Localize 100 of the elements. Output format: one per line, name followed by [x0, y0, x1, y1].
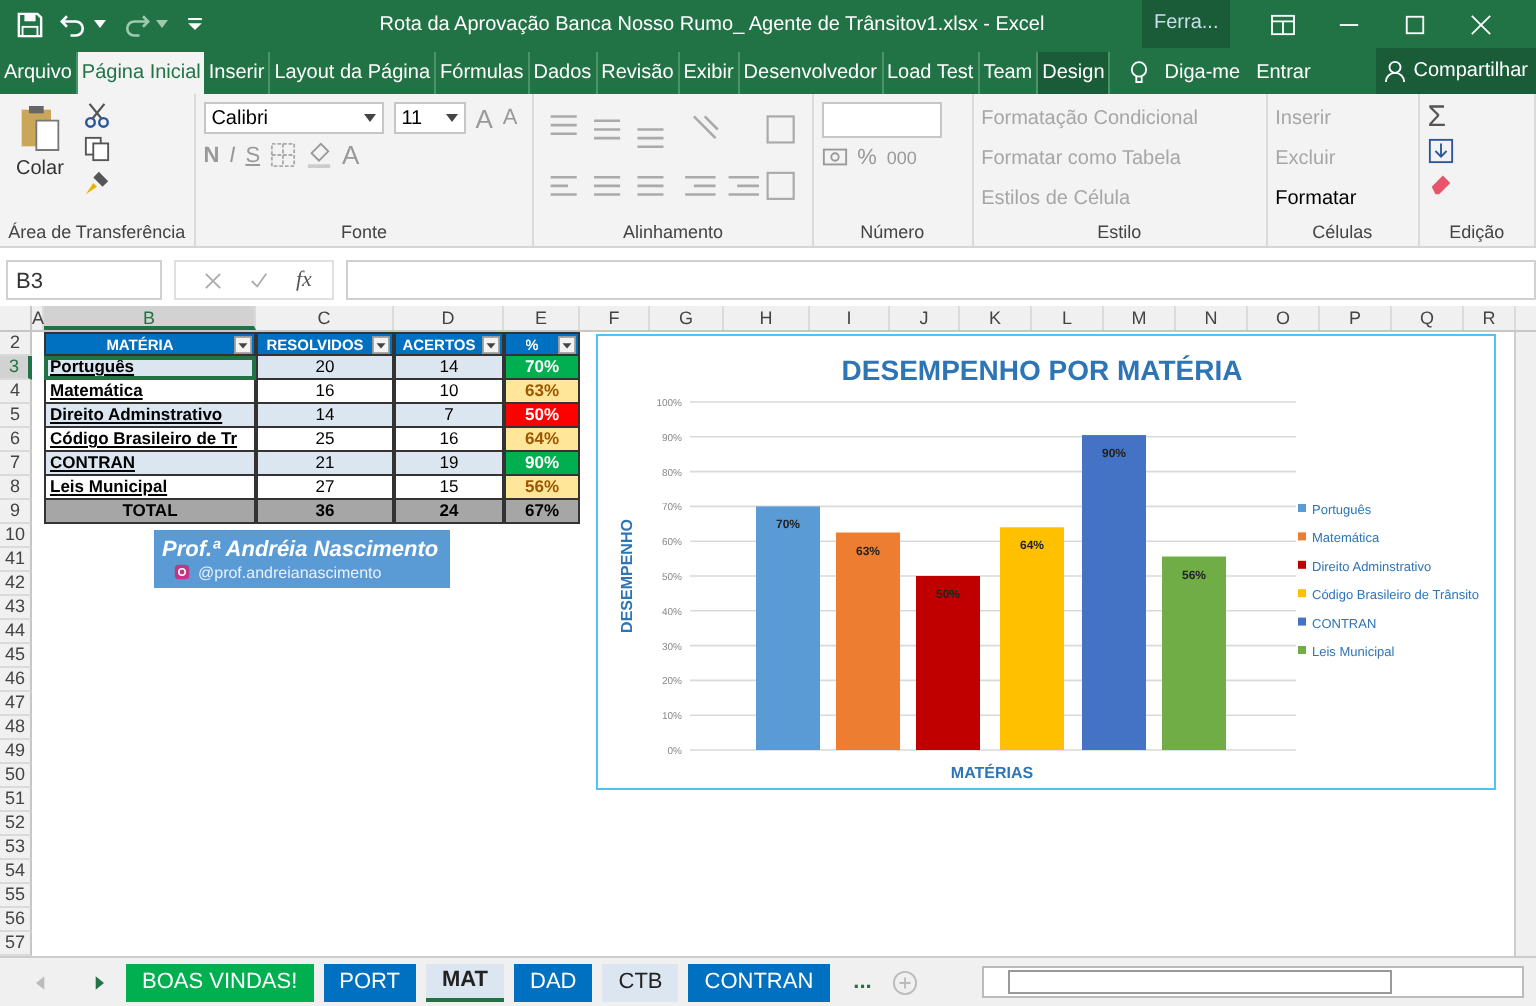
group-label: Fonte — [339, 222, 390, 242]
column-header[interactable]: D — [394, 306, 504, 330]
row-header[interactable]: 57 — [0, 932, 32, 956]
insert-function-button[interactable]: fx — [296, 268, 312, 292]
filter-dropdown-icon[interactable] — [558, 336, 576, 354]
clipboard-icon — [17, 102, 62, 154]
table-cell: 63% — [504, 380, 580, 404]
table-cell: CONTRAN — [44, 452, 256, 476]
table-cell: 14 — [256, 404, 394, 428]
column-header[interactable]: M — [1104, 306, 1176, 330]
copy-icon[interactable] — [83, 136, 110, 162]
group-label: Células — [1310, 222, 1375, 242]
column-header[interactable]: L — [1032, 306, 1104, 330]
column-header[interactable]: C — [256, 306, 394, 330]
brush-icon[interactable] — [83, 170, 110, 196]
fill-bucket-icon[interactable] — [306, 142, 333, 168]
row-header[interactable]: 4 — [0, 380, 32, 404]
caret-icon[interactable] — [94, 20, 106, 28]
formula-field[interactable] — [346, 260, 1536, 300]
row-header[interactable]: 45 — [0, 644, 32, 668]
sign-in-link[interactable]: Entrar — [1248, 52, 1319, 94]
customize-icon[interactable] — [188, 18, 202, 30]
sheet-tab[interactable]: CONTRAN — [688, 963, 830, 1001]
column-header[interactable]: P — [1320, 306, 1392, 330]
row-header[interactable]: 52 — [0, 812, 32, 836]
caret-icon[interactable] — [445, 114, 458, 122]
ribbon-display-icon[interactable] — [1270, 13, 1297, 35]
row-header[interactable]: 55 — [0, 884, 32, 908]
sheet-tab[interactable]: DAD — [514, 963, 593, 1001]
column-header[interactable]: I — [810, 306, 890, 330]
vertical-scrollbar[interactable] — [1514, 332, 1536, 956]
table-cell: 15 — [394, 476, 504, 500]
row-header[interactable]: 9 — [0, 500, 32, 524]
row-header[interactable]: 6 — [0, 428, 32, 452]
fill-down-icon[interactable] — [1427, 138, 1454, 164]
filter-dropdown-icon[interactable] — [372, 336, 390, 354]
row-header[interactable]: 43 — [0, 596, 32, 620]
horizontal-scrollbar[interactable] — [981, 966, 1524, 998]
column-header[interactable]: J — [890, 306, 960, 330]
row-header[interactable]: 50 — [0, 764, 32, 788]
lightbulb-icon[interactable] — [1130, 60, 1149, 86]
column-header[interactable]: N — [1176, 306, 1248, 330]
save-icon[interactable] — [16, 11, 44, 37]
window-title: Rota da Aprovação Banca Nosso Rumo_ Agente de Trânsitov1.xlsx - Excel — [377, 13, 1047, 35]
row-header[interactable]: 3 — [0, 356, 32, 380]
filter-dropdown-icon[interactable] — [234, 336, 252, 354]
row-header[interactable]: 53 — [0, 836, 32, 860]
check-icon[interactable] — [250, 271, 268, 289]
column-header[interactable]: G — [650, 306, 724, 330]
column-header[interactable]: O — [1248, 306, 1320, 330]
font-size-field[interactable]: 11 — [393, 102, 466, 134]
row-header[interactable]: 10 — [0, 524, 32, 548]
row-header[interactable]: 8 — [0, 476, 32, 500]
maximize-icon[interactable] — [1402, 13, 1429, 35]
row-header[interactable]: 48 — [0, 716, 32, 740]
name-box[interactable]: B3 — [6, 260, 162, 300]
row-header[interactable]: 47 — [0, 692, 32, 716]
close-icon[interactable] — [1468, 13, 1495, 35]
filter-dropdown-icon[interactable] — [482, 336, 500, 354]
sheet-tab[interactable]: PORT — [323, 963, 416, 1001]
row-header[interactable]: 5 — [0, 404, 32, 428]
row-header[interactable]: 7 — [0, 452, 32, 476]
column-header[interactable]: K — [960, 306, 1032, 330]
sheet-tab[interactable]: MAT — [426, 963, 505, 1001]
redo-icon[interactable] — [122, 11, 150, 37]
number-format-field[interactable] — [821, 102, 942, 138]
column-header[interactable]: H — [724, 306, 810, 330]
column-header[interactable]: B — [44, 306, 256, 330]
row-header[interactable]: 2 — [0, 332, 32, 356]
row-header[interactable]: 51 — [0, 788, 32, 812]
caret-icon[interactable] — [363, 114, 376, 122]
row-header[interactable]: 42 — [0, 572, 32, 596]
ribbon-tab[interactable]: Design — [1038, 52, 1111, 94]
autosum-button[interactable]: Σ — [1427, 102, 1526, 132]
scissors-icon[interactable] — [83, 102, 110, 128]
font-name-field[interactable]: Calibri — [203, 102, 384, 134]
row-header[interactable]: 49 — [0, 740, 32, 764]
row-header[interactable]: 44 — [0, 620, 32, 644]
currency-icon[interactable] — [821, 144, 848, 170]
ribbon-tab[interactable]: Página Inicial — [77, 52, 205, 94]
paste-button[interactable]: Colar — [4, 102, 76, 222]
column-header[interactable]: Q — [1392, 306, 1464, 330]
column-header[interactable]: F — [580, 306, 650, 330]
next-sheet-icon[interactable] — [94, 975, 104, 989]
row-header[interactable]: 41 — [0, 548, 32, 572]
column-header[interactable]: E — [504, 306, 580, 330]
share-button[interactable]: Compartilhar — [1375, 48, 1536, 94]
undo-icon[interactable] — [60, 11, 88, 37]
row-header[interactable]: 46 — [0, 668, 32, 692]
row-header[interactable]: 56 — [0, 908, 32, 932]
row-header[interactable]: 54 — [0, 860, 32, 884]
column-header[interactable]: R — [1464, 306, 1516, 330]
table-cell: Código Brasileiro de Tr — [44, 428, 256, 452]
more-sheets-button[interactable]: ... — [853, 970, 872, 994]
tell-me-link[interactable]: Diga-me — [1156, 52, 1249, 94]
cells-command[interactable]: Formatar — [1275, 182, 1410, 216]
table-cell: 7 — [394, 404, 504, 428]
scroll-thumb[interactable] — [1007, 970, 1392, 994]
sheet-tab[interactable]: CTB — [602, 963, 679, 1001]
eraser-icon[interactable] — [1427, 170, 1454, 196]
